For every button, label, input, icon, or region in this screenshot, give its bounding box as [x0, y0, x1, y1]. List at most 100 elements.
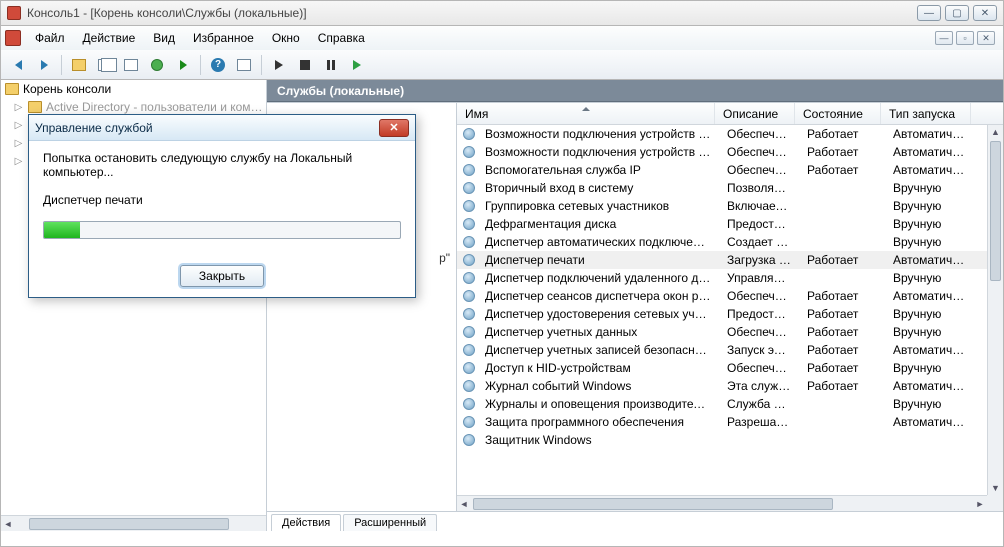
service-row[interactable]: Диспетчер удостоверения сетевых учас…Пре…: [457, 305, 987, 323]
service-row[interactable]: Диспетчер подключений удаленного д…Управ…: [457, 269, 987, 287]
tree-item-label: Active Directory - пользователи и ком…: [46, 100, 263, 114]
service-row[interactable]: Диспетчер печатиЗагрузка …РаботаетАвтома…: [457, 251, 987, 269]
maximize-button[interactable]: ▢: [945, 5, 969, 21]
dialog-service-name: Диспетчер печати: [43, 193, 401, 207]
minimize-button[interactable]: —: [917, 5, 941, 21]
service-description: Обеспечи…: [719, 325, 799, 339]
service-row[interactable]: Вторичный вход в системуПозволяет…Вручну…: [457, 179, 987, 197]
service-row[interactable]: Журнал событий WindowsЭта служб…Работает…: [457, 377, 987, 395]
app-icon: [7, 6, 21, 20]
scroll-left-icon[interactable]: ◄: [457, 497, 471, 511]
service-startup: Автоматиче…: [885, 415, 975, 429]
scroll-left-icon[interactable]: ◄: [1, 517, 15, 531]
service-name: Защита программного обеспечения: [477, 415, 719, 429]
service-state: Работает: [799, 379, 885, 393]
dialog-message: Попытка остановить следующую службу на Л…: [43, 151, 401, 179]
service-state: Работает: [799, 343, 885, 357]
mdi-minimize-button[interactable]: —: [935, 31, 953, 45]
list-h-scrollbar[interactable]: ◄ ►: [457, 495, 987, 511]
service-row[interactable]: Защитник Windows: [457, 431, 987, 449]
refresh-button[interactable]: [146, 54, 168, 76]
service-startup: Автоматиче…: [885, 127, 975, 141]
menu-help[interactable]: Справка: [310, 28, 373, 48]
tree-root[interactable]: Корень консоли: [1, 80, 266, 98]
close-button[interactable]: ✕: [973, 5, 997, 21]
service-row[interactable]: Диспетчер учетных данныхОбеспечи…Работае…: [457, 323, 987, 341]
service-description: Эта служб…: [719, 379, 799, 393]
service-description: Включает …: [719, 199, 799, 213]
bottom-tabs: Действия Расширенный: [267, 511, 1003, 531]
mdi-close-button[interactable]: ✕: [977, 31, 995, 45]
gear-icon: [461, 344, 477, 356]
service-start-button[interactable]: [268, 54, 290, 76]
service-row[interactable]: Диспетчер учетных записей безопасно…Запу…: [457, 341, 987, 359]
menu-view[interactable]: Вид: [145, 28, 183, 48]
service-description: Обеспечи…: [719, 163, 799, 177]
service-row[interactable]: Защита программного обеспеченияРазрешает…: [457, 413, 987, 431]
service-control-dialog: Управление службой ✕ Попытка остановить …: [28, 114, 416, 298]
scroll-thumb[interactable]: [473, 498, 833, 510]
service-startup: Автоматиче…: [885, 145, 975, 159]
menu-file[interactable]: Файл: [27, 28, 73, 48]
service-name: Журналы и оповещения производител…: [477, 397, 719, 411]
service-name: Диспетчер печати: [477, 253, 719, 267]
tree-h-scrollbar[interactable]: ◄: [1, 515, 266, 531]
gear-icon: [461, 164, 477, 176]
service-state: Работает: [799, 307, 885, 321]
scroll-right-icon[interactable]: ►: [973, 497, 987, 511]
service-description: Обеспечи…: [719, 361, 799, 375]
menu-favorites[interactable]: Избранное: [185, 28, 262, 48]
properties-button[interactable]: [120, 54, 142, 76]
dialog-close-action-button[interactable]: Закрыть: [180, 265, 264, 287]
export-list-button[interactable]: [172, 54, 194, 76]
gear-icon: [461, 362, 477, 374]
service-state: Работает: [799, 127, 885, 141]
service-startup: Вручную: [885, 271, 975, 285]
scroll-up-icon[interactable]: ▲: [988, 125, 1003, 139]
gear-icon: [461, 398, 477, 410]
expander-icon[interactable]: ▷: [13, 156, 24, 167]
expander-icon[interactable]: ▷: [13, 120, 24, 131]
service-restart-button[interactable]: [346, 54, 368, 76]
nav-forward-button[interactable]: [33, 54, 55, 76]
service-row[interactable]: Вспомогательная служба IPОбеспечи…Работа…: [457, 161, 987, 179]
service-name: Диспетчер сеансов диспетчера окон ра…: [477, 289, 719, 303]
service-state: Работает: [799, 361, 885, 375]
service-name: Диспетчер учетных данных: [477, 325, 719, 339]
service-name: Вспомогательная служба IP: [477, 163, 719, 177]
service-row[interactable]: Доступ к HID-устройствамОбеспечи…Работае…: [457, 359, 987, 377]
scroll-thumb[interactable]: [990, 141, 1001, 281]
service-row[interactable]: Возможности подключения устройств …Обесп…: [457, 125, 987, 143]
help-topic-button[interactable]: [233, 54, 255, 76]
menu-window[interactable]: Окно: [264, 28, 308, 48]
service-pause-button[interactable]: [320, 54, 342, 76]
service-startup: Автоматиче…: [885, 253, 975, 267]
service-state: Работает: [799, 163, 885, 177]
tab-actions[interactable]: Действия: [271, 514, 341, 531]
scroll-thumb[interactable]: [29, 518, 229, 530]
v-scrollbar[interactable]: ▲ ▼: [987, 125, 1003, 495]
service-row[interactable]: Дефрагментация дискаПредостав…Вручную: [457, 215, 987, 233]
column-state[interactable]: Состояние: [795, 103, 881, 124]
expander-icon[interactable]: ▷: [13, 102, 24, 113]
service-state: Работает: [799, 325, 885, 339]
up-folder-button[interactable]: [68, 54, 90, 76]
column-name[interactable]: Имя: [457, 103, 715, 124]
service-row[interactable]: Группировка сетевых участниковВключает ……: [457, 197, 987, 215]
tab-extended[interactable]: Расширенный: [343, 514, 437, 531]
service-row[interactable]: Диспетчер автоматических подключен…Созда…: [457, 233, 987, 251]
show-hide-tree-button[interactable]: [94, 54, 116, 76]
expander-icon[interactable]: ▷: [13, 138, 24, 149]
column-startup[interactable]: Тип запуска: [881, 103, 971, 124]
service-row[interactable]: Журналы и оповещения производител…Служба…: [457, 395, 987, 413]
service-row[interactable]: Диспетчер сеансов диспетчера окон ра…Обе…: [457, 287, 987, 305]
help-button[interactable]: ?: [207, 54, 229, 76]
service-stop-button[interactable]: [294, 54, 316, 76]
column-description[interactable]: Описание: [715, 103, 795, 124]
scroll-down-icon[interactable]: ▼: [988, 481, 1003, 495]
dialog-close-button[interactable]: ✕: [379, 119, 409, 137]
nav-back-button[interactable]: [7, 54, 29, 76]
service-row[interactable]: Возможности подключения устройств …Обесп…: [457, 143, 987, 161]
menu-action[interactable]: Действие: [75, 28, 144, 48]
mdi-restore-button[interactable]: ▫: [956, 31, 974, 45]
